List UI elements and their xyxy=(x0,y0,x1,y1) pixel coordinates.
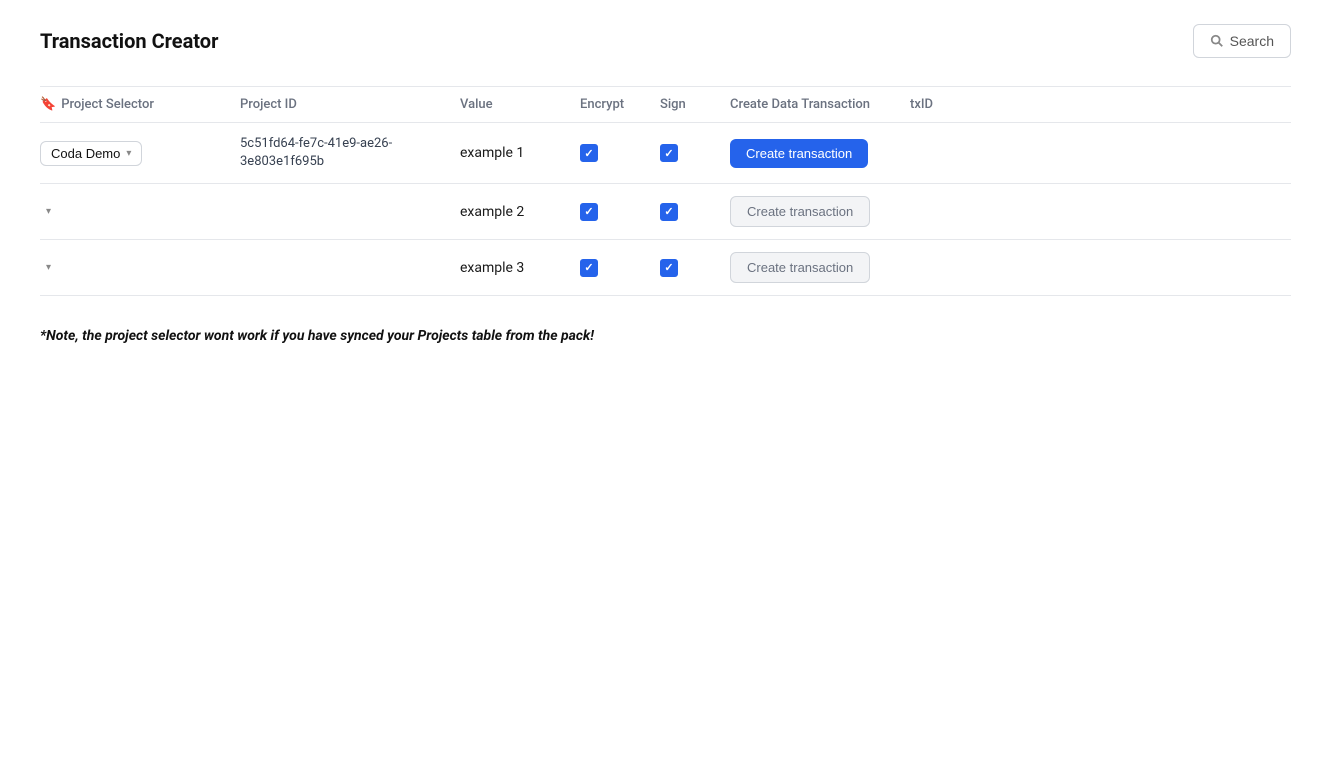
value-cell: example 2 xyxy=(460,184,580,240)
empty-selector-dropdown[interactable]: ▾ xyxy=(40,258,228,277)
col-header-project-selector: 🔖 Project Selector xyxy=(40,87,240,123)
sign-checkbox[interactable] xyxy=(660,203,678,221)
project-id-cell xyxy=(240,184,460,240)
encrypt-checkbox[interactable] xyxy=(580,203,598,221)
project-selector-cell: ▾ xyxy=(40,184,240,240)
page-title: Transaction Creator xyxy=(40,29,218,53)
table-row: ▾ example 3 Create transaction xyxy=(40,240,1291,296)
project-id-cell xyxy=(240,240,460,296)
sign-checkbox[interactable] xyxy=(660,144,678,162)
create-transaction-button[interactable]: Create transaction xyxy=(730,252,870,283)
project-selector-value: Coda Demo xyxy=(51,146,120,161)
chevron-down-icon: ▾ xyxy=(46,262,51,273)
project-selector-dropdown[interactable]: Coda Demo ▾ xyxy=(40,141,142,166)
col-header-create-transaction: Create Data Transaction xyxy=(730,87,910,123)
project-id-cell: 5c51fd64-fe7c-41e9-ae26-3e803e1f695b xyxy=(240,123,460,184)
create-transaction-cell: Create transaction xyxy=(730,240,910,296)
txid-cell xyxy=(910,184,1291,240)
sign-checkbox[interactable] xyxy=(660,259,678,277)
value-cell: example 1 xyxy=(460,123,580,184)
project-selector-cell: ▾ xyxy=(40,240,240,296)
chevron-down-icon: ▾ xyxy=(126,148,131,159)
search-button[interactable]: Search xyxy=(1193,24,1291,58)
table-row: Coda Demo ▾ 5c51fd64-fe7c-41e9-ae26-3e80… xyxy=(40,123,1291,184)
sign-cell xyxy=(660,123,730,184)
create-transaction-button[interactable]: Create transaction xyxy=(730,196,870,227)
table-wrapper: 🔖 Project Selector Project ID Value Encr… xyxy=(40,86,1291,296)
search-label: Search xyxy=(1230,33,1274,49)
main-table: 🔖 Project Selector Project ID Value Encr… xyxy=(40,87,1291,296)
create-transaction-cell: Create transaction xyxy=(730,123,910,184)
col-header-sign: Sign xyxy=(660,87,730,123)
create-transaction-cell: Create transaction xyxy=(730,184,910,240)
encrypt-cell xyxy=(580,240,660,296)
encrypt-cell xyxy=(580,123,660,184)
encrypt-cell xyxy=(580,184,660,240)
note-text: *Note, the project selector wont work if… xyxy=(40,328,1291,344)
chevron-down-icon: ▾ xyxy=(46,206,51,217)
table-header-row: 🔖 Project Selector Project ID Value Encr… xyxy=(40,87,1291,123)
project-id-text: 5c51fd64-fe7c-41e9-ae26-3e803e1f695b xyxy=(240,136,392,169)
empty-selector-dropdown[interactable]: ▾ xyxy=(40,202,228,221)
encrypt-checkbox[interactable] xyxy=(580,144,598,162)
col-header-encrypt: Encrypt xyxy=(580,87,660,123)
value-cell: example 3 xyxy=(460,240,580,296)
col-header-project-id: Project ID xyxy=(240,87,460,123)
create-transaction-button[interactable]: Create transaction xyxy=(730,139,868,168)
sign-cell xyxy=(660,184,730,240)
bookmark-icon: 🔖 xyxy=(40,97,56,112)
col-header-value: Value xyxy=(460,87,580,123)
col-header-txid: txID xyxy=(910,87,1291,123)
table-row: ▾ example 2 Create transaction xyxy=(40,184,1291,240)
txid-cell xyxy=(910,240,1291,296)
sign-cell xyxy=(660,240,730,296)
encrypt-checkbox[interactable] xyxy=(580,259,598,277)
page-container: Transaction Creator Search 🔖 Project Sel… xyxy=(0,0,1331,368)
txid-cell xyxy=(910,123,1291,184)
project-selector-cell: Coda Demo ▾ xyxy=(40,123,240,184)
search-icon xyxy=(1210,34,1224,48)
header: Transaction Creator Search xyxy=(40,24,1291,58)
